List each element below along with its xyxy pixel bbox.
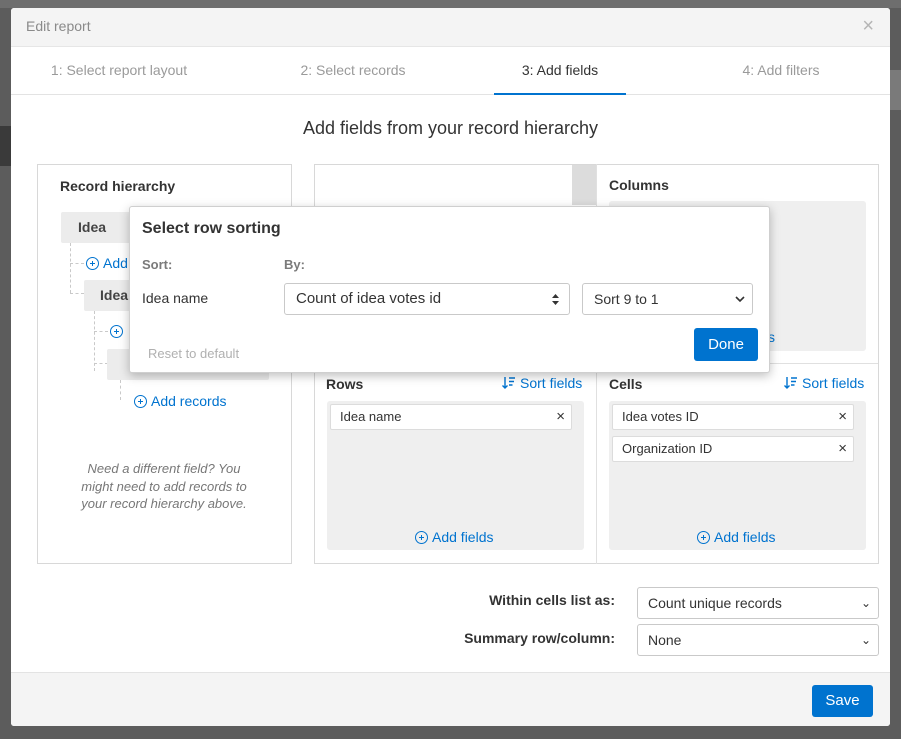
- rows-title: Rows: [326, 376, 364, 392]
- sort-icon: [784, 377, 797, 389]
- tree-connector: [94, 331, 108, 332]
- background-strip: [0, 126, 11, 166]
- step-label: 4: Add filters: [742, 62, 820, 78]
- done-button[interactable]: Done: [694, 328, 758, 361]
- chevron-down-icon: ⌄: [860, 596, 871, 610]
- sort-column-label: Sort:: [142, 257, 173, 272]
- tree-connector: [120, 380, 121, 400]
- step-label: 2: Select records: [300, 62, 406, 78]
- column-separator: [572, 165, 596, 205]
- plus-circle-icon: [134, 395, 147, 408]
- tree-connector: [70, 263, 84, 264]
- cells-field-chip[interactable]: Organization ID ×: [612, 436, 854, 462]
- chip-label: Idea name: [340, 409, 402, 424]
- rows-add-fields-label: Add fields: [432, 529, 494, 545]
- add-records-label: Add records: [151, 393, 227, 409]
- within-cells-label: Within cells list as:: [489, 592, 615, 608]
- wizard-steps: 1: Select report layout 2: Select record…: [11, 47, 890, 95]
- rows-sort-fields-link[interactable]: Sort fields: [502, 375, 582, 391]
- add-child-link[interactable]: [110, 323, 127, 339]
- step-label: 3: Add fields: [521, 62, 599, 78]
- plus-circle-icon: [86, 257, 99, 270]
- rows-dropzone[interactable]: Idea name × Add fields: [327, 401, 584, 550]
- rows-sort-label: Sort fields: [520, 375, 583, 391]
- modal-header: Edit report ×: [11, 8, 890, 47]
- sort-order-select[interactable]: Sort 9 to 1: [582, 283, 753, 315]
- chip-label: Idea votes ID: [622, 409, 699, 424]
- sort-by-select[interactable]: Count of idea votes id: [284, 283, 570, 315]
- rows-add-fields-link[interactable]: Add fields: [415, 529, 493, 545]
- step-select-layout[interactable]: 1: Select report layout: [39, 47, 199, 95]
- node-label: Idea: [100, 287, 129, 303]
- tree-connector: [70, 293, 84, 294]
- remove-icon[interactable]: ×: [838, 405, 847, 429]
- cells-dropzone[interactable]: Idea votes ID × Organization ID × Add fi…: [609, 401, 866, 550]
- by-column-label: By:: [284, 257, 305, 272]
- summary-label: Summary row/column:: [464, 630, 615, 646]
- page-heading: Add fields from your record hierarchy: [302, 118, 599, 138]
- select-value: Count of idea votes id: [296, 290, 442, 307]
- sort-field-name: Idea name: [142, 290, 209, 306]
- background-strip: [0, 0, 901, 8]
- select-value: Sort 9 to 1: [594, 291, 659, 307]
- plus-circle-icon: [415, 531, 428, 544]
- cells-sort-label: Sort fields: [802, 375, 865, 391]
- select-value: Count unique records: [648, 595, 782, 611]
- hierarchy-hint: Need a different field? You might need t…: [81, 461, 247, 511]
- cells-sort-fields-link[interactable]: Sort fields: [784, 375, 864, 391]
- add-child-label: Add: [103, 255, 128, 271]
- background-strip: [890, 70, 901, 110]
- close-icon[interactable]: ×: [862, 16, 874, 36]
- tree-connector: [70, 243, 71, 293]
- step-select-records[interactable]: 2: Select records: [273, 47, 433, 95]
- remove-icon[interactable]: ×: [556, 405, 565, 429]
- record-hierarchy-title: Record hierarchy: [60, 178, 176, 194]
- cells-add-fields-link[interactable]: Add fields: [697, 529, 775, 545]
- rows-field-chip[interactable]: Idea name ×: [330, 404, 572, 430]
- popover-title: Select row sorting: [142, 220, 281, 237]
- step-add-fields[interactable]: 3: Add fields: [494, 47, 626, 95]
- tree-connector: [94, 311, 95, 371]
- cells-title: Cells: [609, 376, 643, 392]
- cells-add-fields-label: Add fields: [714, 529, 776, 545]
- modal-footer: Save: [11, 672, 890, 726]
- modal-title: Edit report: [26, 18, 91, 34]
- chip-label: Organization ID: [622, 441, 713, 456]
- plus-circle-icon: [110, 325, 123, 338]
- updown-icon: [552, 294, 559, 305]
- node-label: Idea: [78, 219, 107, 235]
- step-label: 1: Select report layout: [50, 62, 188, 78]
- chevron-down-icon: ⌄: [860, 633, 871, 647]
- reset-to-default-link[interactable]: Reset to default: [148, 346, 239, 361]
- tree-connector: [94, 363, 108, 364]
- chevron-down-icon: [735, 296, 745, 303]
- summary-select[interactable]: None ⌄: [637, 624, 879, 656]
- add-records-link[interactable]: Add records: [134, 393, 226, 409]
- within-cells-select[interactable]: Count unique records ⌄: [637, 587, 879, 619]
- cells-field-chip[interactable]: Idea votes ID ×: [612, 404, 854, 430]
- remove-icon[interactable]: ×: [838, 437, 847, 461]
- step-add-filters[interactable]: 4: Add filters: [721, 47, 841, 95]
- save-button[interactable]: Save: [812, 685, 873, 717]
- select-value: None: [648, 632, 682, 648]
- row-sorting-popover: Select row sorting Sort: By: Idea name C…: [129, 206, 770, 373]
- plus-circle-icon: [697, 531, 710, 544]
- add-child-link[interactable]: Add: [86, 255, 128, 271]
- sort-icon: [502, 377, 515, 389]
- columns-title: Columns: [609, 177, 669, 193]
